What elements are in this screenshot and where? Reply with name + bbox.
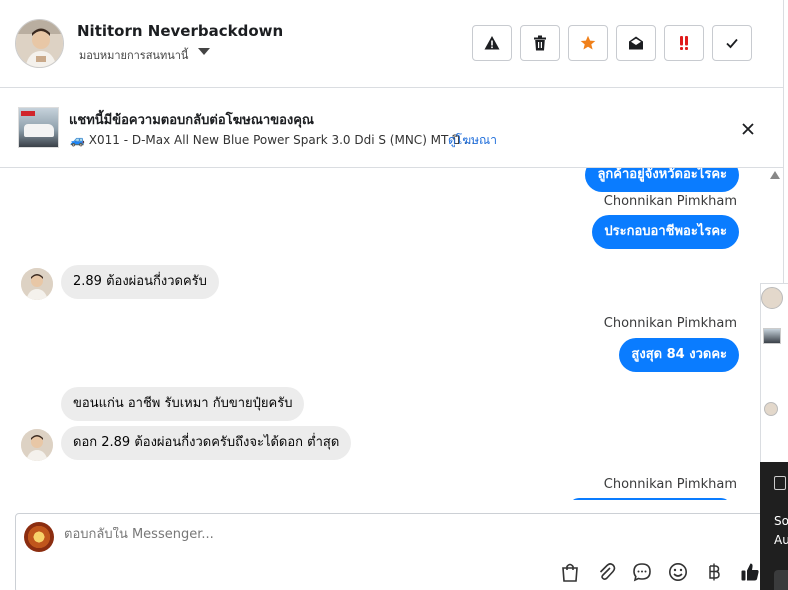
follow-up-button[interactable] <box>664 25 704 61</box>
outgoing-message: สูงสุด 84 งวดคะ <box>619 338 739 372</box>
outgoing-message: ประกอบอาชีพอะไรคะ <box>592 215 739 249</box>
reply-composer <box>15 513 775 590</box>
baht-icon[interactable] <box>702 560 726 584</box>
incoming-message: ขอนแก่น อาชีพ รับเหมา กับขายปุ๋ยครับ <box>61 387 305 421</box>
sender-name: Chonnikan Pimkham <box>603 477 737 492</box>
check-icon <box>726 38 738 49</box>
sender-name: Chonnikan Pimkham <box>603 194 737 209</box>
image-icon <box>774 476 786 490</box>
incoming-message: ดอก 2.89 ต้องผ่อนกี่งวดครับถึงจะได้ดอก ต… <box>61 426 352 460</box>
outgoing-message-partial <box>569 498 731 500</box>
envelope-open-icon <box>629 36 643 50</box>
star-icon <box>580 35 596 50</box>
double-exclamation-icon <box>680 36 688 50</box>
contact-avatar-small <box>21 429 53 461</box>
ad-reply-banner: แชทนี้มีข้อความตอบกลับต่อโฆษณาของคุณ 🚙 X… <box>0 88 784 168</box>
side-label: So <box>774 514 788 528</box>
side-button[interactable] <box>774 570 788 590</box>
side-label: Au <box>774 533 788 547</box>
incoming-message: 2.89 ต้องผ่อนกี่งวดครับ <box>61 265 219 299</box>
ad-thumbnail <box>763 328 781 344</box>
mark-unread-button[interactable] <box>616 25 656 61</box>
paperclip-icon[interactable] <box>594 560 618 584</box>
mark-spam-button[interactable] <box>472 25 512 61</box>
ad-banner-title: แชทนี้มีข้อความตอบกลับต่อโฆษณาของคุณ <box>69 113 314 128</box>
avatar <box>761 287 783 309</box>
page-avatar <box>24 522 54 552</box>
ad-thumbnail[interactable] <box>18 107 59 148</box>
sender-name: Chonnikan Pimkham <box>603 316 737 331</box>
delete-button[interactable] <box>520 25 560 61</box>
chat-bubble-icon[interactable] <box>630 560 654 584</box>
scroll-up-arrow-icon[interactable] <box>770 171 780 179</box>
emoji-icon[interactable] <box>666 560 690 584</box>
view-ad-link[interactable]: ดูโฆษณา <box>448 131 497 150</box>
mark-done-button[interactable] <box>712 25 752 61</box>
star-button[interactable] <box>568 25 608 61</box>
ad-description: 🚙 X011 - D-Max All New Blue Power Spark … <box>70 133 476 147</box>
chevron-down-icon[interactable] <box>198 48 210 55</box>
assign-conversation-label[interactable]: มอบหมายการสนทนานี้ <box>79 46 188 64</box>
contact-avatar[interactable] <box>15 19 64 68</box>
close-icon[interactable] <box>738 119 758 139</box>
warning-icon <box>484 36 500 50</box>
avatar <box>764 402 778 416</box>
side-chat-popup[interactable] <box>760 283 788 463</box>
shopping-bag-icon[interactable] <box>558 560 582 584</box>
outgoing-message: ลูกค้าอยู่จังหวัดอะไรคะ <box>585 168 739 192</box>
message-input[interactable] <box>64 527 664 542</box>
message-thread[interactable]: ลูกค้าอยู่จังหวัดอะไรคะ Chonnikan Pimkha… <box>0 168 770 500</box>
thumbs-up-icon[interactable] <box>738 560 762 584</box>
trash-icon <box>534 35 546 51</box>
contact-avatar-small <box>21 268 53 300</box>
conversation-header: Nititorn Neverbackdown มอบหมายการสนทนานี… <box>0 0 784 88</box>
side-dark-panel: So Au <box>760 462 788 590</box>
conversation-panel: Nititorn Neverbackdown มอบหมายการสนทนานี… <box>0 0 784 590</box>
contact-name: Nititorn Neverbackdown <box>77 22 284 40</box>
